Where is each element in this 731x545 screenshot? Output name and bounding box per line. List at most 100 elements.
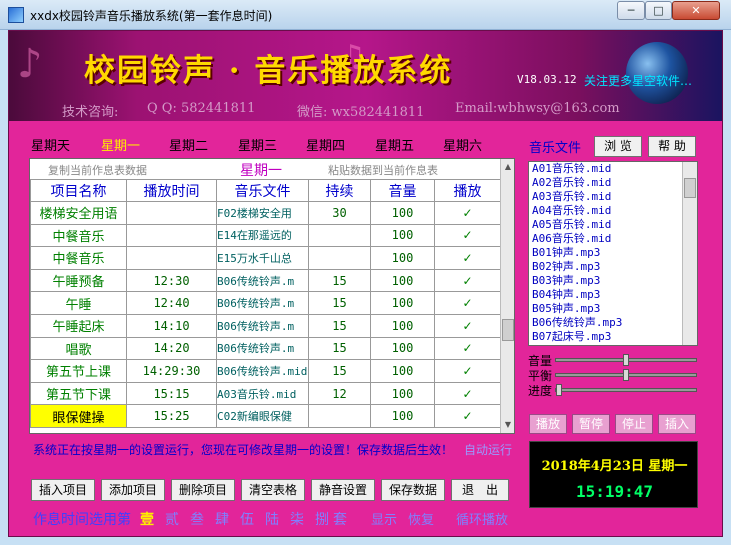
cell-play[interactable]: ✓ [434, 201, 501, 225]
cell-duration[interactable]: 15 [308, 268, 371, 293]
exit-button[interactable]: 退 出 [451, 479, 509, 501]
tab-tuesday[interactable]: 星期二 [169, 135, 208, 154]
cell-name[interactable]: 楼梯安全用语 [30, 201, 127, 225]
progress-slider[interactable] [555, 384, 697, 396]
pause-button[interactable]: 暂停 [572, 414, 610, 434]
cell-file[interactable]: B06传统铃声.m [216, 268, 309, 293]
list-item[interactable]: A06音乐铃.mid [529, 232, 697, 246]
cell-volume[interactable]: 100 [370, 223, 435, 248]
table-row[interactable]: 中餐音乐 E14在那遥远的 100 ✓ [30, 223, 501, 248]
cell-duration[interactable]: 12 [308, 381, 371, 406]
stop-button[interactable]: 停止 [615, 414, 653, 434]
cell-file[interactable]: B06传统铃声.m [216, 336, 309, 361]
cell-volume[interactable]: 100 [370, 291, 435, 315]
cell-volume[interactable]: 100 [370, 246, 435, 270]
table-row[interactable]: 眼保健操 15:25 C02新编眼保健 100 ✓ [30, 404, 501, 428]
set-5[interactable]: 伍 [240, 509, 254, 529]
tab-saturday[interactable]: 星期六 [443, 135, 482, 154]
list-item[interactable]: A02音乐铃.mid [529, 176, 697, 190]
auto-run-link[interactable]: 自动运行 [464, 441, 512, 458]
table-row[interactable]: 中餐音乐 E15万水千山总 100 ✓ [30, 246, 501, 270]
cell-time[interactable]: 14:20 [126, 336, 217, 361]
cell-volume[interactable]: 100 [370, 201, 435, 225]
tab-monday[interactable]: 星期一 [101, 135, 140, 154]
cell-play[interactable]: ✓ [434, 246, 501, 270]
table-row[interactable]: 午睡预备 12:30 B06传统铃声.m 15 100 ✓ [30, 268, 501, 293]
paste-schedule-link[interactable]: 粘贴数据到当前作息表 [328, 162, 438, 178]
cell-name[interactable]: 午睡起床 [30, 313, 127, 338]
cell-volume[interactable]: 100 [370, 404, 435, 428]
music-file-list[interactable]: A01音乐铃.mid A02音乐铃.mid A03音乐铃.mid A04音乐铃.mid… [528, 161, 698, 346]
help-button[interactable]: 帮 助 [648, 136, 696, 157]
cell-duration[interactable]: 15 [308, 291, 371, 315]
table-row[interactable]: 唱歌 14:20 B06传统铃声.m 15 100 ✓ [30, 336, 501, 361]
cell-time[interactable] [126, 246, 217, 270]
window-titlebar[interactable]: xxdx校园铃声音乐播放系统(第一套作息时间) ─ □ ✕ [0, 0, 731, 30]
set-2[interactable]: 贰 [165, 509, 179, 529]
cell-name[interactable]: 眼保健操 [30, 404, 127, 428]
cell-duration[interactable] [308, 246, 371, 270]
play-button[interactable]: 播放 [529, 414, 567, 434]
table-row[interactable]: 楼梯安全用语 F02楼梯安全用 30 100 ✓ [30, 201, 501, 225]
mute-settings-button[interactable]: 静音设置 [311, 479, 375, 501]
cell-duration[interactable]: 30 [308, 201, 371, 225]
tab-sunday[interactable]: 星期天 [31, 135, 70, 154]
cell-play[interactable]: ✓ [434, 223, 501, 248]
list-item[interactable]: B01钟声.mp3 [529, 246, 697, 260]
cell-name[interactable]: 午睡 [30, 291, 127, 315]
list-item[interactable]: A03音乐铃.mid [529, 190, 697, 204]
cell-duration[interactable]: 15 [308, 336, 371, 361]
list-item[interactable]: A01音乐铃.mid [529, 162, 697, 176]
cell-duration[interactable]: 15 [308, 359, 371, 383]
loop-play-link[interactable]: 循环播放 [456, 509, 508, 528]
set-4[interactable]: 肆 [215, 509, 229, 529]
cell-duration[interactable]: 15 [308, 313, 371, 338]
restore-link[interactable]: 恢复 [408, 509, 434, 528]
cell-time[interactable]: 15:25 [126, 404, 217, 428]
cell-file[interactable]: F02楼梯安全用 [216, 201, 309, 225]
list-item[interactable]: B04钟声.mp3 [529, 288, 697, 302]
cell-time[interactable]: 12:40 [126, 291, 217, 315]
progress-slider-knob[interactable] [556, 384, 562, 396]
list-item[interactable]: B06传统铃声.mp3 [529, 316, 697, 330]
tab-wednesday[interactable]: 星期三 [238, 135, 277, 154]
cell-file[interactable]: A03音乐铃.mid [216, 381, 309, 406]
cell-play[interactable]: ✓ [434, 336, 501, 361]
table-row[interactable]: 第五节上课 14:29:30 B06传统铃声.mid 15 100 ✓ [30, 359, 501, 383]
cell-play[interactable]: ✓ [434, 291, 501, 315]
cell-name[interactable]: 第五节下课 [30, 381, 127, 406]
list-item[interactable]: B07起床号.mp3 [529, 330, 697, 344]
scroll-thumb[interactable] [502, 319, 514, 341]
cell-play[interactable]: ✓ [434, 313, 501, 338]
cell-time[interactable] [126, 223, 217, 248]
cell-name[interactable]: 第五节上课 [30, 359, 127, 383]
save-data-button[interactable]: 保存数据 [381, 479, 445, 501]
list-item[interactable]: B03钟声.mp3 [529, 274, 697, 288]
balance-slider-knob[interactable] [623, 369, 629, 381]
list-item[interactable]: A04音乐铃.mid [529, 204, 697, 218]
browse-button[interactable]: 浏 览 [594, 136, 642, 157]
insert-play-button[interactable]: 插入 [658, 414, 696, 434]
set-1[interactable]: 壹 [140, 509, 154, 529]
cell-time[interactable] [126, 201, 217, 225]
cell-play[interactable]: ✓ [434, 381, 501, 406]
cell-time[interactable]: 12:30 [126, 268, 217, 293]
tab-thursday[interactable]: 星期四 [306, 135, 345, 154]
schedule-scrollbar[interactable]: ▲ ▼ [500, 159, 514, 433]
cell-play[interactable]: ✓ [434, 268, 501, 293]
cell-name[interactable]: 唱歌 [30, 336, 127, 361]
volume-slider-knob[interactable] [623, 354, 629, 366]
follow-link[interactable]: 关注更多星空软件… [584, 72, 692, 89]
scroll-down-icon[interactable]: ▼ [501, 417, 514, 432]
cell-play[interactable]: ✓ [434, 359, 501, 383]
cell-name[interactable]: 中餐音乐 [30, 246, 127, 270]
cell-duration[interactable] [308, 223, 371, 248]
cell-volume[interactable]: 100 [370, 313, 435, 338]
schedule-table[interactable]: 复制当前作息表数据 星期一 粘贴数据到当前作息表 项目名称 播放时间 音乐文件 … [29, 158, 515, 434]
list-item[interactable]: B02钟声.mp3 [529, 260, 697, 274]
cell-file[interactable]: E14在那遥远的 [216, 223, 309, 248]
cell-time[interactable]: 14:10 [126, 313, 217, 338]
table-row[interactable]: 第五节下课 15:15 A03音乐铃.mid 12 100 ✓ [30, 381, 501, 406]
copy-schedule-link[interactable]: 复制当前作息表数据 [48, 162, 147, 178]
delete-item-button[interactable]: 删除项目 [171, 479, 235, 501]
